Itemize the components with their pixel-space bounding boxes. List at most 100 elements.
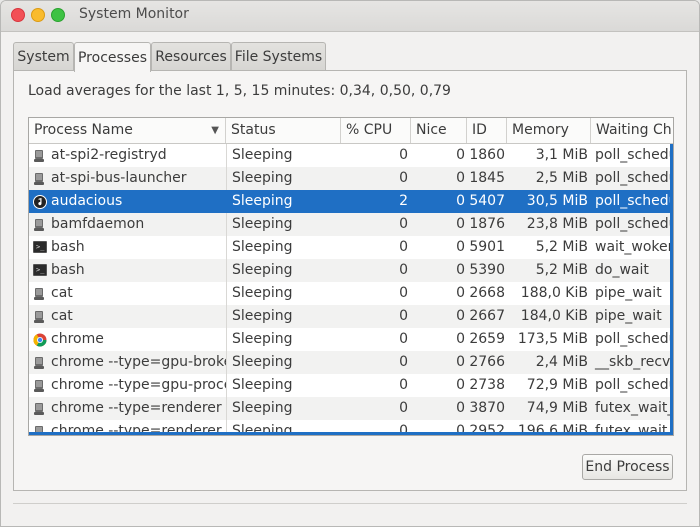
cell-cpu: 2 [399,193,408,209]
table-row[interactable]: chrome Sleeping 0 0 2659 173,5 MiB poll_schedu [29,328,673,351]
cell-process-name: chrome --type=gpu-process [29,374,226,397]
horizontal-scrollbar[interactable] [29,432,673,435]
cell-status: Sleeping [226,374,341,397]
cell-waiting-channel: pipe_wait [595,285,662,301]
table-row[interactable]: >_ bash Sleeping 0 0 5901 5,2 MiB wait_woken [29,236,673,259]
cell-waiting-channel: poll_schedu [595,193,674,209]
process-name-text: bash [51,239,85,255]
cell-status: Sleeping [226,144,341,167]
cell-cpu: 0 [399,331,408,347]
cell-waiting-channel: wait_woken [595,239,674,255]
close-window-button[interactable] [11,8,25,22]
end-process-button[interactable]: End Process [582,454,673,480]
column-header-memory[interactable]: Memory [507,118,591,143]
table-row[interactable]: cat Sleeping 0 0 2668 188,0 KiB pipe_wait [29,282,673,305]
cell-nice: 0 [456,147,465,163]
cell-status: Sleeping [226,236,341,259]
cell-process-name: audacious [29,190,226,213]
generic-process-icon [33,378,46,392]
column-header-status[interactable]: Status [226,118,341,143]
process-name-text: cat [51,308,73,324]
cell-id: 2659 [469,331,505,347]
generic-process-icon [33,401,46,415]
cell-nice: 0 [456,400,465,416]
cell-status: Sleeping [226,167,341,190]
column-header-cpu[interactable]: % CPU [341,118,411,143]
cell-id: 5407 [469,193,505,209]
cell-nice: 0 [456,216,465,232]
cell-process-name: chrome [29,328,226,351]
cell-id: 2667 [469,308,505,324]
table-row[interactable]: at-spi2-registryd Sleeping 0 0 1860 3,1 MiB po… [29,144,673,167]
process-name-text: bash [51,262,85,278]
table-row[interactable]: audacious Sleeping 2 0 5407 30,5 MiB poll_sche… [29,190,673,213]
generic-process-icon [33,148,46,162]
cell-id: 2766 [469,354,505,370]
column-header-waiting-channel[interactable]: Waiting Ch [591,118,673,143]
generic-process-icon [33,309,46,323]
cell-memory: 188,0 KiB [520,285,588,301]
cell-id: 2738 [469,377,505,393]
cell-cpu: 0 [399,239,408,255]
process-name-text: chrome [51,331,104,347]
chrome-icon [33,332,47,347]
cell-process-name: cat [29,305,226,328]
cell-cpu: 0 [399,147,408,163]
cell-waiting-channel: futex_wait_ [595,400,674,416]
process-name-text: chrome --type=renderer --l [51,400,226,416]
table-row[interactable]: chrome --type=renderer --l Sleeping 0 0 3870… [29,397,673,420]
cell-waiting-channel: poll_schedu [595,216,674,232]
cell-memory: 72,9 MiB [526,377,588,393]
audacious-icon [33,194,47,209]
tab-file-systems[interactable]: File Systems [231,42,326,71]
cell-memory: 184,0 KiB [520,308,588,324]
cell-cpu: 0 [399,400,408,416]
minimize-window-button[interactable] [31,8,45,22]
table-row[interactable]: bamfdaemon Sleeping 0 0 1876 23,8 MiB poll_sch… [29,213,673,236]
tab-system[interactable]: System [13,42,74,71]
process-name-text: chrome --type=gpu-process [51,377,226,393]
maximize-window-button[interactable] [51,8,65,22]
cell-waiting-channel: poll_schedu [595,170,674,186]
cell-nice: 0 [456,377,465,393]
cell-memory: 173,5 MiB [517,331,588,347]
tab-processes[interactable]: Processes [74,42,151,72]
cell-status: Sleeping [226,328,341,351]
cell-memory: 30,5 MiB [526,193,588,209]
column-header-id[interactable]: ID [467,118,507,143]
column-header-label: Process Name [34,122,133,138]
cell-id: 3870 [469,400,505,416]
column-header-process-name[interactable]: Process Name ▼ [29,118,226,143]
cell-process-name: chrome --type=renderer --l [29,397,226,420]
cell-cpu: 0 [399,285,408,301]
cell-nice: 0 [456,170,465,186]
cell-process-name: cat [29,282,226,305]
cell-status: Sleeping [226,213,341,236]
cell-status: Sleeping [226,305,341,328]
cell-id: 5901 [469,239,505,255]
column-header-nice[interactable]: Nice [411,118,467,143]
cell-memory: 74,9 MiB [526,400,588,416]
cell-cpu: 0 [399,308,408,324]
generic-process-icon [33,217,46,231]
cell-waiting-channel: poll_schedu [595,377,674,393]
cell-nice: 0 [456,331,465,347]
cell-waiting-channel: do_wait [595,262,649,278]
cell-cpu: 0 [399,216,408,232]
vertical-scrollbar[interactable] [670,144,673,434]
table-row[interactable]: chrome --type=gpu-broker Sleeping 0 0 2766 2,… [29,351,673,374]
cell-nice: 0 [456,239,465,255]
title-bar[interactable]: System Monitor [1,1,699,32]
tab-resources[interactable]: Resources [151,42,231,71]
table-row[interactable]: cat Sleeping 0 0 2667 184,0 KiB pipe_wait [29,305,673,328]
table-row[interactable]: at-spi-bus-launcher Sleeping 0 0 1845 2,5 MiB… [29,167,673,190]
cell-status: Sleeping [226,397,341,420]
load-averages-label: Load averages for the last 1, 5, 15 minu… [28,83,451,99]
cell-process-name: >_ bash [29,236,226,259]
process-table[interactable]: Process Name ▼ Status % CPU Nice ID Memo… [28,117,674,436]
cell-memory: 23,8 MiB [526,216,588,232]
table-row[interactable]: chrome --type=gpu-processSleeping0027387… [29,374,673,397]
cell-waiting-channel: __skb_recv_ [595,354,674,370]
cell-nice: 0 [456,354,465,370]
table-row[interactable]: >_ bash Sleeping 0 0 5390 5,2 MiB do_wait [29,259,673,282]
